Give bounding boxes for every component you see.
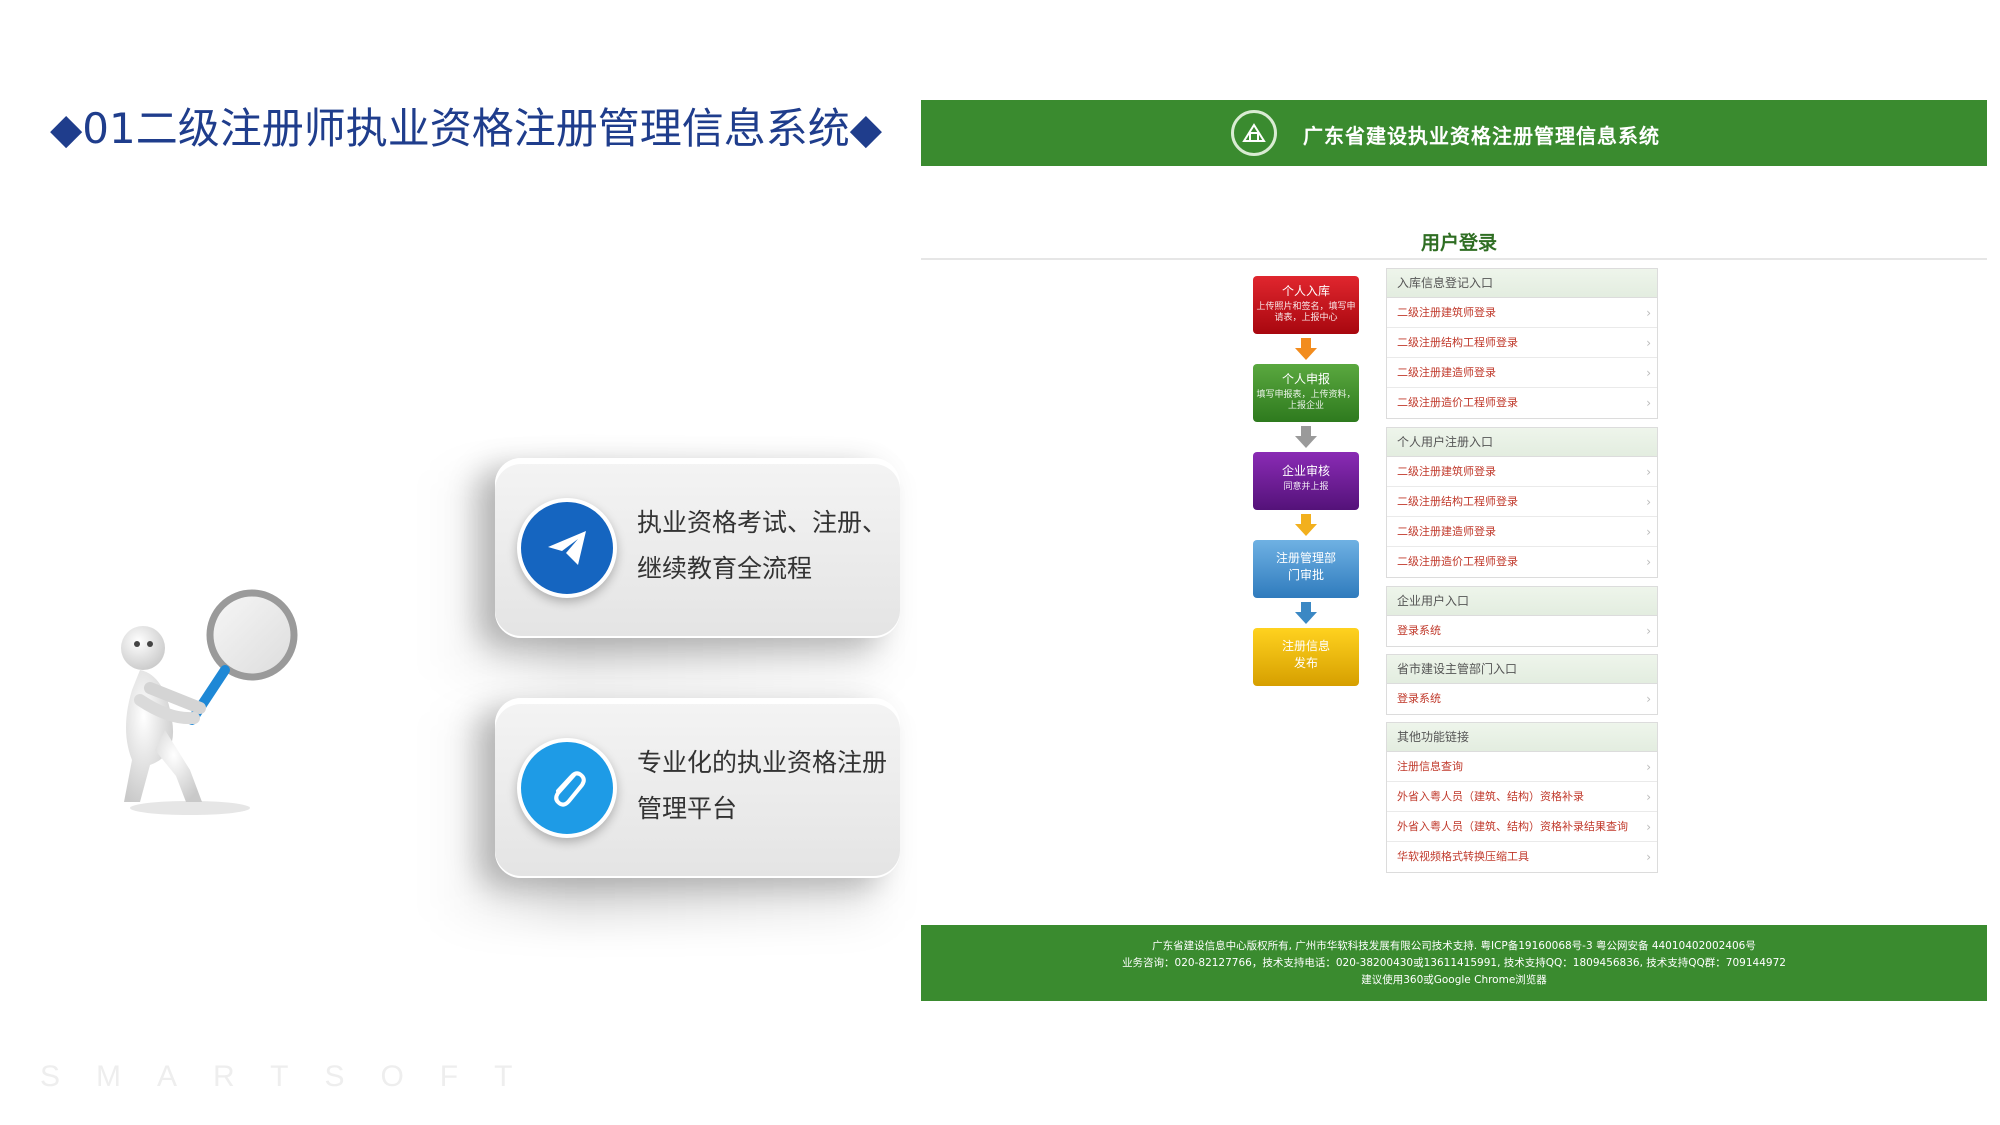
- flow-step-2: 个人申报 填写申报表，上传资料，上报企业: [1253, 364, 1359, 422]
- chevron-right-icon: ›: [1646, 366, 1651, 380]
- chevron-right-icon: ›: [1646, 760, 1651, 774]
- chevron-right-icon: ›: [1646, 306, 1651, 320]
- menu-item-structural-login[interactable]: 二级注册结构工程师登录 ›: [1387, 487, 1657, 517]
- menu-item-label: 登录系统: [1397, 624, 1441, 637]
- menu-item-constructor-login[interactable]: 二级注册建造师登录 ›: [1387, 517, 1657, 547]
- chevron-right-icon: ›: [1646, 790, 1651, 804]
- menu-group-head: 入库信息登记入口: [1387, 269, 1657, 298]
- menu-group-other-links: 其他功能链接 注册信息查询 › 外省入粤人员（建筑、结构）资格补录 › 外省入粤人员…: [1386, 722, 1658, 873]
- footer-browser-hint: 建议使用360或Google Chrome浏览器: [1361, 974, 1547, 986]
- chevron-right-icon: ›: [1646, 525, 1651, 539]
- menu-item-label: 华软视频格式转换压缩工具: [1397, 850, 1529, 863]
- menu-item-enterprise-login[interactable]: 登录系统 ›: [1387, 616, 1657, 646]
- system-title: 广东省建设执业资格注册管理信息系统: [1303, 124, 1660, 148]
- chevron-right-icon: ›: [1646, 336, 1651, 350]
- flow-step-title: 注册管理部门审批: [1275, 551, 1336, 582]
- menu-group-head: 个人用户注册入口: [1387, 428, 1657, 457]
- flow-step-sub: 填写申报表，上传资料，上报企业: [1256, 390, 1356, 411]
- paper-plane-icon: [517, 498, 617, 598]
- footer-copyright: 广东省建设信息中心版权所有, 广州市华软科技发展有限公司技术支持. 粤ICP备1…: [1152, 940, 1756, 952]
- arrow-down-icon: [1295, 426, 1317, 448]
- menu-item-label: 外省入粤人员（建筑、结构）资格补录: [1397, 790, 1584, 803]
- menu-item-label: 二级注册造价工程师登录: [1397, 555, 1518, 568]
- chevron-right-icon: ›: [1646, 555, 1651, 569]
- system-logo-icon: [1231, 110, 1277, 156]
- menu-item-registration-query[interactable]: 注册信息查询 ›: [1387, 752, 1657, 782]
- arrow-down-icon: [1295, 514, 1317, 536]
- chevron-right-icon: ›: [1646, 850, 1651, 864]
- feature-card-process: 执业资格考试、注册、继续教育全流程: [495, 458, 900, 638]
- menu-group-head: 企业用户入口: [1387, 587, 1657, 616]
- menu-item-label: 二级注册建造师登录: [1397, 366, 1496, 379]
- menu-item-label: 二级注册造价工程师登录: [1397, 396, 1518, 409]
- feature-card-platform: 专业化的执业资格注册管理平台: [495, 698, 900, 878]
- flow-step-4: 注册管理部门审批: [1253, 540, 1359, 598]
- menu-item-authority-login[interactable]: 登录系统 ›: [1387, 684, 1657, 714]
- arrow-down-icon: [1295, 338, 1317, 360]
- chevron-right-icon: ›: [1646, 465, 1651, 479]
- flow-step-title: 企业审核: [1281, 464, 1330, 478]
- menu-item-video-converter-tool[interactable]: 华软视频格式转换压缩工具 ›: [1387, 842, 1657, 872]
- menu-item-label: 二级注册结构工程师登录: [1397, 336, 1518, 349]
- menu-item-label: 二级注册建造师登录: [1397, 525, 1496, 538]
- menu-item-label: 外省入粤人员（建筑、结构）资格补录结果查询: [1397, 820, 1628, 833]
- flow-step-title: 个人申报: [1281, 372, 1330, 386]
- system-screenshot: 广东省建设执业资格注册管理信息系统 用户登录 个人入库 上传照片和签名，填写申请…: [921, 100, 1987, 1001]
- chevron-right-icon: ›: [1646, 692, 1651, 706]
- menu-group-enterprise-user: 企业用户入口 登录系统 ›: [1386, 586, 1658, 647]
- menu-item-out-of-province-supplement[interactable]: 外省入粤人员（建筑、结构）资格补录 ›: [1387, 782, 1657, 812]
- menu-item-label: 注册信息查询: [1397, 760, 1463, 773]
- flow-step-sub: 同意并上报: [1283, 482, 1329, 492]
- menu-item-label: 登录系统: [1397, 692, 1441, 705]
- menu-item-structural-login[interactable]: 二级注册结构工程师登录 ›: [1387, 328, 1657, 358]
- feature-card-text: 执业资格考试、注册、继续教育全流程: [637, 508, 888, 583]
- watermark: SMARTSOFT: [40, 1060, 549, 1093]
- menu-item-architect-login[interactable]: 二级注册建筑师登录 ›: [1387, 298, 1657, 328]
- menu-item-cost-engineer-login[interactable]: 二级注册造价工程师登录 ›: [1387, 547, 1657, 577]
- chevron-right-icon: ›: [1646, 820, 1651, 834]
- paperclip-icon: [517, 738, 617, 838]
- flow-step-1: 个人入库 上传照片和签名，填写申请表，上报中心: [1253, 276, 1359, 334]
- menu-group-personal-user: 个人用户注册入口 二级注册建筑师登录 › 二级注册结构工程师登录 › 二级注册建造师…: [1386, 427, 1658, 578]
- chevron-right-icon: ›: [1646, 624, 1651, 638]
- menu-group-head: 其他功能链接: [1387, 723, 1657, 752]
- menu-item-label: 二级注册建筑师登录: [1397, 465, 1496, 478]
- flow-step-sub: 上传照片和签名，填写申请表，上报中心: [1256, 302, 1356, 323]
- menu-item-label: 二级注册结构工程师登录: [1397, 495, 1518, 508]
- flow-step-3: 企业审核 同意并上报: [1253, 452, 1359, 510]
- flow-step-title: 注册信息发布: [1281, 639, 1330, 670]
- figure-magnifier-illustration: [121, 589, 298, 815]
- arrow-down-icon: [1295, 602, 1317, 624]
- login-title: 用户登录: [1420, 232, 1497, 254]
- feature-card-text: 专业化的执业资格注册管理平台: [637, 748, 888, 823]
- divider: [921, 258, 1987, 260]
- menu-group-head: 省市建设主管部门入口: [1387, 655, 1657, 684]
- menu-group-registration-entry: 入库信息登记入口 二级注册建筑师登录 › 二级注册结构工程师登录 › 二级注册建造师…: [1386, 268, 1658, 419]
- chevron-right-icon: ›: [1646, 495, 1651, 509]
- menu-item-constructor-login[interactable]: 二级注册建造师登录 ›: [1387, 358, 1657, 388]
- chevron-right-icon: ›: [1646, 396, 1651, 410]
- flow-step-5: 注册信息发布: [1253, 628, 1359, 686]
- menu-item-supplement-result-query[interactable]: 外省入粤人员（建筑、结构）资格补录结果查询 ›: [1387, 812, 1657, 842]
- flow-step-title: 个人入库: [1281, 284, 1330, 298]
- menu-item-architect-login[interactable]: 二级注册建筑师登录 ›: [1387, 457, 1657, 487]
- slide-title: ◆01二级注册师执业资格注册管理信息系统◆: [50, 104, 883, 153]
- menu-item-label: 二级注册建筑师登录: [1397, 306, 1496, 319]
- system-footer: 广东省建设信息中心版权所有, 广州市华软科技发展有限公司技术支持. 粤ICP备1…: [921, 925, 1987, 1001]
- menu-item-cost-engineer-login[interactable]: 二级注册造价工程师登录 ›: [1387, 388, 1657, 418]
- system-header: 广东省建设执业资格注册管理信息系统: [921, 100, 1987, 166]
- menu-group-authority: 省市建设主管部门入口 登录系统 ›: [1386, 654, 1658, 715]
- footer-support: 业务咨询：020-82127766，技术支持电话：020-38200430或13…: [1122, 957, 1786, 969]
